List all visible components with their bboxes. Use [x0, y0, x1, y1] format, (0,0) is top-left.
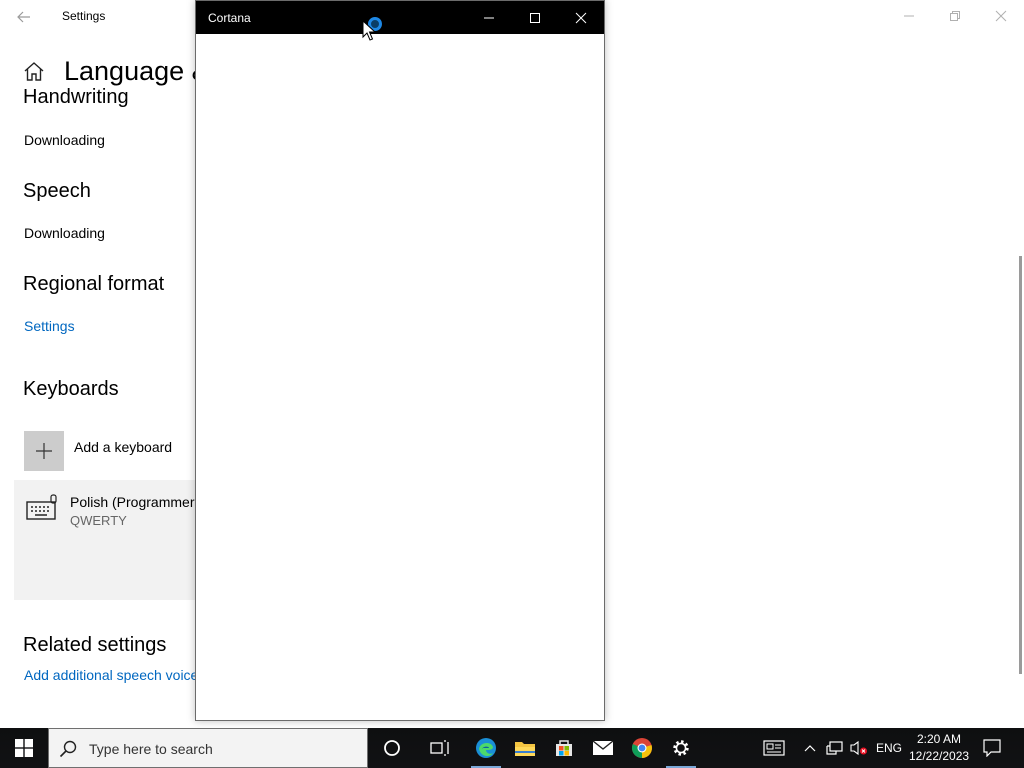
back-arrow-icon: [17, 11, 30, 23]
notification-icon: [983, 739, 1001, 757]
task-view-button[interactable]: [420, 728, 460, 768]
handwriting-status: Downloading: [24, 132, 105, 148]
speech-heading: Speech: [23, 180, 91, 202]
cortana-title: Cortana: [208, 11, 251, 25]
settings-restore-button[interactable]: [932, 0, 978, 32]
clock-date[interactable]: 12/22/2023: [909, 749, 969, 763]
cortana-titlebar[interactable]: Cortana: [196, 1, 604, 34]
add-keyboard-button[interactable]: Add a keyboard: [24, 431, 224, 471]
related-settings-heading: Related settings: [23, 634, 167, 656]
keyboards-heading: Keyboards: [23, 378, 119, 400]
add-speech-voices-link[interactable]: Add additional speech voices: [24, 667, 205, 683]
speech-status: Downloading: [24, 225, 105, 241]
scrollbar-thumb[interactable]: [1019, 256, 1022, 674]
news-icon: [763, 740, 785, 756]
taskbar-settings[interactable]: [661, 728, 701, 768]
cortana-maximize-button[interactable]: [512, 1, 558, 34]
taskbar-chrome[interactable]: [622, 728, 662, 768]
news-button[interactable]: [758, 728, 790, 768]
show-hidden-icons-button[interactable]: [800, 728, 820, 768]
language-indicator[interactable]: ENG: [876, 741, 902, 755]
windows-logo-icon: [15, 739, 33, 757]
volume-muted-icon: [850, 740, 867, 756]
home-icon[interactable]: [22, 60, 46, 84]
task-view-icon: [430, 740, 449, 756]
regional-format-heading: Regional format: [23, 273, 165, 295]
keyboard-icon: [26, 494, 58, 520]
plus-icon: [24, 431, 64, 471]
settings-minimize-button[interactable]: [886, 0, 932, 32]
cortana-button[interactable]: [372, 728, 412, 768]
store-icon: [556, 740, 572, 756]
taskbar-file-explorer[interactable]: [505, 728, 545, 768]
network-icon: [826, 741, 843, 755]
keyboard-item[interactable]: Polish (Programmers) QWERTY: [14, 480, 214, 600]
action-center-button[interactable]: [976, 728, 1008, 768]
taskbar-store[interactable]: [544, 728, 584, 768]
search-placeholder: Type here to search: [89, 741, 213, 757]
mail-icon: [592, 740, 614, 755]
cortana-minimize-button[interactable]: [466, 1, 512, 34]
volume-button[interactable]: [848, 728, 870, 768]
settings-app-title: Settings: [62, 9, 106, 23]
network-button[interactable]: [824, 728, 846, 768]
keyboard-layout: QWERTY: [70, 513, 127, 528]
mouse-cursor-icon: [362, 20, 376, 41]
search-icon: [59, 740, 77, 758]
back-button[interactable]: [10, 6, 38, 28]
keyboard-name: Polish (Programmers): [70, 494, 207, 510]
cortana-circle-icon: [384, 740, 400, 756]
regional-settings-link[interactable]: Settings: [24, 318, 75, 334]
taskbar-edge[interactable]: [466, 728, 506, 768]
edge-icon: [476, 738, 496, 758]
clock-time[interactable]: 2:20 AM: [916, 732, 962, 746]
gear-icon: [673, 740, 689, 756]
add-keyboard-label: Add a keyboard: [74, 439, 173, 455]
restore-icon: [950, 11, 960, 21]
taskbar-search-box[interactable]: Type here to search: [48, 728, 368, 768]
close-icon: [995, 10, 1007, 22]
start-button[interactable]: [0, 728, 48, 768]
settings-close-button[interactable]: [978, 0, 1024, 32]
minimize-icon: [904, 15, 914, 17]
cortana-window: Cortana: [195, 0, 605, 721]
minimize-icon: [484, 17, 494, 18]
taskbar-mail[interactable]: [583, 728, 623, 768]
taskbar: Type here to search ENG 2:20 AM 12/22/20…: [0, 728, 1024, 768]
folder-icon: [515, 742, 535, 756]
handwriting-heading: Handwriting: [23, 88, 129, 108]
chevron-up-icon: [804, 745, 816, 752]
close-icon: [575, 12, 587, 23]
chrome-icon: [631, 738, 652, 759]
maximize-icon: [530, 12, 540, 23]
cortana-close-button[interactable]: [558, 1, 604, 34]
